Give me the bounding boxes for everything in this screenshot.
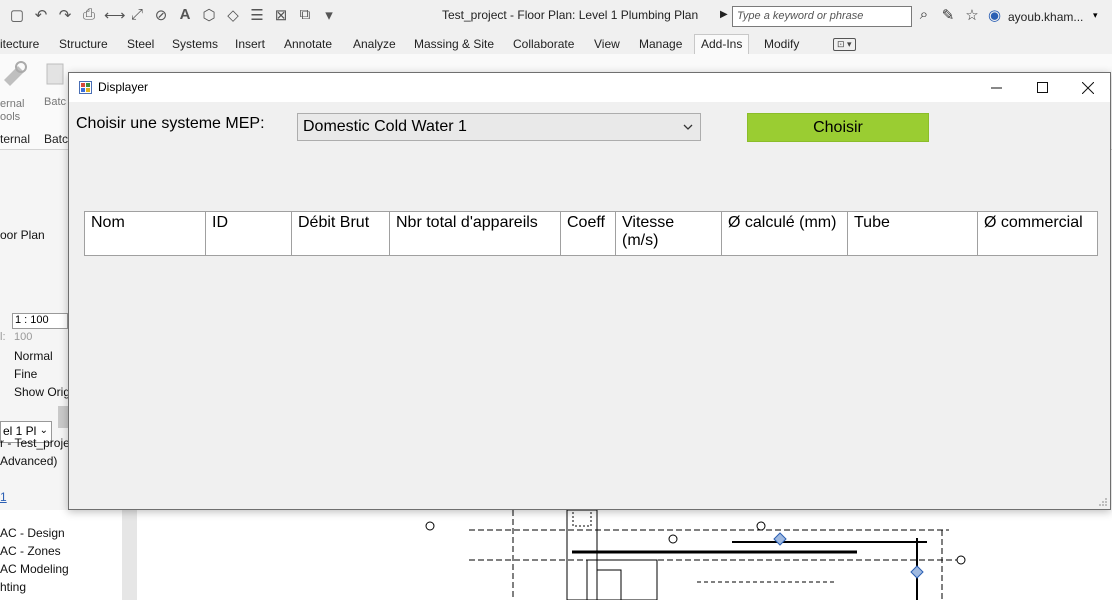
tab-insert[interactable]: Insert (235, 37, 265, 51)
open-icon[interactable]: ▢ (8, 6, 26, 24)
tab-collaborate[interactable]: Collaborate (513, 37, 574, 51)
view-type-label: oor Plan (0, 228, 45, 242)
browser-item[interactable]: AC - Zones (0, 544, 61, 558)
help-search-input[interactable]: Type a keyword or phrase (732, 6, 912, 27)
project-browser-advanced: Advanced) (0, 454, 58, 468)
dimension-icon[interactable]: ⤢ (128, 6, 146, 24)
binoculars-icon[interactable]: ⌕ (914, 6, 934, 24)
column-header-diametre-calcule[interactable]: Ø calculé (mm) (722, 212, 848, 255)
browser-item[interactable]: hting (0, 580, 26, 594)
customize-caret-icon[interactable]: ▾ (320, 6, 338, 24)
user-icon[interactable]: ◉ (988, 6, 1001, 24)
column-header-tube[interactable]: Tube (848, 212, 978, 255)
browser-link[interactable]: 1 (0, 490, 7, 504)
project-browser-title: r - Test_projec (0, 436, 76, 450)
close-button[interactable] (1065, 73, 1111, 102)
external-tools-icon[interactable] (0, 58, 30, 88)
minimize-icon (990, 87, 1002, 89)
minimize-button[interactable] (973, 73, 1019, 102)
column-header-vitesse[interactable]: Vitesse (m/s) (616, 212, 722, 255)
scale-value: 100 (14, 331, 33, 343)
ribbon-minimize-icon[interactable]: ⊡ ▾ (833, 38, 856, 51)
tab-systems[interactable]: Systems (172, 37, 218, 51)
chevron-down-icon: ⌄ (39, 425, 48, 436)
subscription-icon[interactable]: ✎ (938, 6, 958, 24)
close-hidden-icon[interactable]: ⊠ (272, 6, 290, 24)
section-icon[interactable]: ◇ (224, 6, 242, 24)
mep-system-label: Choisir une systeme MEP: (76, 115, 265, 132)
star-icon[interactable]: ☆ (962, 6, 982, 24)
tab-modify[interactable]: Modify (764, 37, 799, 51)
parts-visibility-value[interactable]: Show Orig (14, 385, 70, 399)
column-header-id[interactable]: ID (206, 212, 292, 255)
chevron-down-icon (683, 124, 693, 130)
user-name[interactable]: ayoub.kham... (1008, 10, 1083, 24)
user-caret-icon[interactable]: ▾ (1093, 10, 1098, 21)
project-browser: 1 AC - Design AC - Zones AC Modeling hti… (0, 490, 122, 600)
batch-label: Batc (44, 96, 67, 108)
scale-value-label: l: (0, 331, 6, 343)
thin-lines-icon[interactable]: ☰ (248, 6, 266, 24)
maximize-icon (1036, 82, 1048, 93)
dialog-title: Displayer (98, 80, 149, 94)
tab-steel[interactable]: Steel (127, 37, 154, 51)
mep-system-select[interactable]: Domestic Cold Water 1 (297, 113, 701, 141)
browser-scrollbar[interactable] (122, 510, 137, 600)
3d-view-icon[interactable]: ⬡ (200, 6, 218, 24)
maximize-button[interactable] (1019, 73, 1065, 102)
measure-icon[interactable]: ⟷ (104, 6, 126, 24)
tab-analyze[interactable]: Analyze (353, 37, 396, 51)
tab-architecture[interactable]: itecture (0, 37, 39, 51)
external-group-label: ternal (0, 132, 31, 146)
column-header-coeff[interactable]: Coeff (561, 212, 616, 255)
app-window-icon (79, 81, 92, 94)
tab-structure[interactable]: Structure (59, 37, 108, 51)
view-scale-field[interactable]: 1 : 100 (12, 313, 68, 329)
app-title: Test_project - Floor Plan: Level 1 Plumb… (442, 8, 699, 22)
column-header-diametre-commercial[interactable]: Ø commercial (978, 212, 1097, 255)
column-header-nom[interactable]: Nom (85, 212, 206, 255)
title-expand-icon[interactable]: ▶ (720, 9, 728, 20)
apply-button[interactable] (58, 406, 68, 428)
switch-windows-icon[interactable]: ⧉ (296, 6, 314, 24)
browser-item[interactable]: AC - Design (0, 526, 65, 540)
ribbon-tabs: itecture Structure Steel Systems Insert … (0, 34, 1112, 55)
tab-add-ins[interactable]: Add-Ins (694, 34, 750, 55)
print-icon[interactable]: ⎙ (80, 6, 98, 24)
redo-icon[interactable]: ↷ (56, 6, 74, 24)
tab-view[interactable]: View (594, 37, 620, 51)
column-header-debit-brut[interactable]: Débit Brut (292, 212, 390, 255)
close-icon (1082, 81, 1094, 94)
undo-icon[interactable]: ↶ (32, 6, 50, 24)
text-icon[interactable]: A (176, 6, 194, 24)
displayer-dialog: Displayer Choisir une systeme MEP: Domes… (68, 72, 1111, 510)
choose-button[interactable]: Choisir (747, 113, 929, 142)
display-model-value[interactable]: Normal (14, 349, 53, 363)
floor-plan-drawing (425, 510, 966, 600)
tag-icon[interactable]: ⊘ (152, 6, 170, 24)
dialog-titlebar[interactable]: Displayer (69, 73, 1110, 102)
detail-level-value[interactable]: Fine (14, 367, 37, 381)
tab-annotate[interactable]: Annotate (284, 37, 332, 51)
resize-grip-icon[interactable] (1098, 497, 1108, 507)
quick-access-toolbar: ▢ ↶ ↷ ⎙ ⟷ ⤢ ⊘ A ⬡ ◇ ☰ ⊠ ⧉ ▾ Test_project… (0, 0, 1112, 34)
tab-massing-site[interactable]: Massing & Site (414, 37, 494, 51)
drawing-canvas[interactable] (137, 510, 1112, 600)
results-grid[interactable]: Nom ID Débit Brut Nbr total d'appareils … (84, 211, 1098, 256)
external-tools-label: ernal ools (0, 98, 25, 123)
batch-group-label: Batc (44, 132, 69, 146)
mep-system-selected-value: Domestic Cold Water 1 (303, 118, 467, 135)
column-header-nbr-appareils[interactable]: Nbr total d'appareils (390, 212, 561, 255)
batch-icon[interactable] (44, 60, 68, 88)
tab-manage[interactable]: Manage (639, 37, 682, 51)
browser-item[interactable]: AC Modeling (0, 562, 69, 576)
